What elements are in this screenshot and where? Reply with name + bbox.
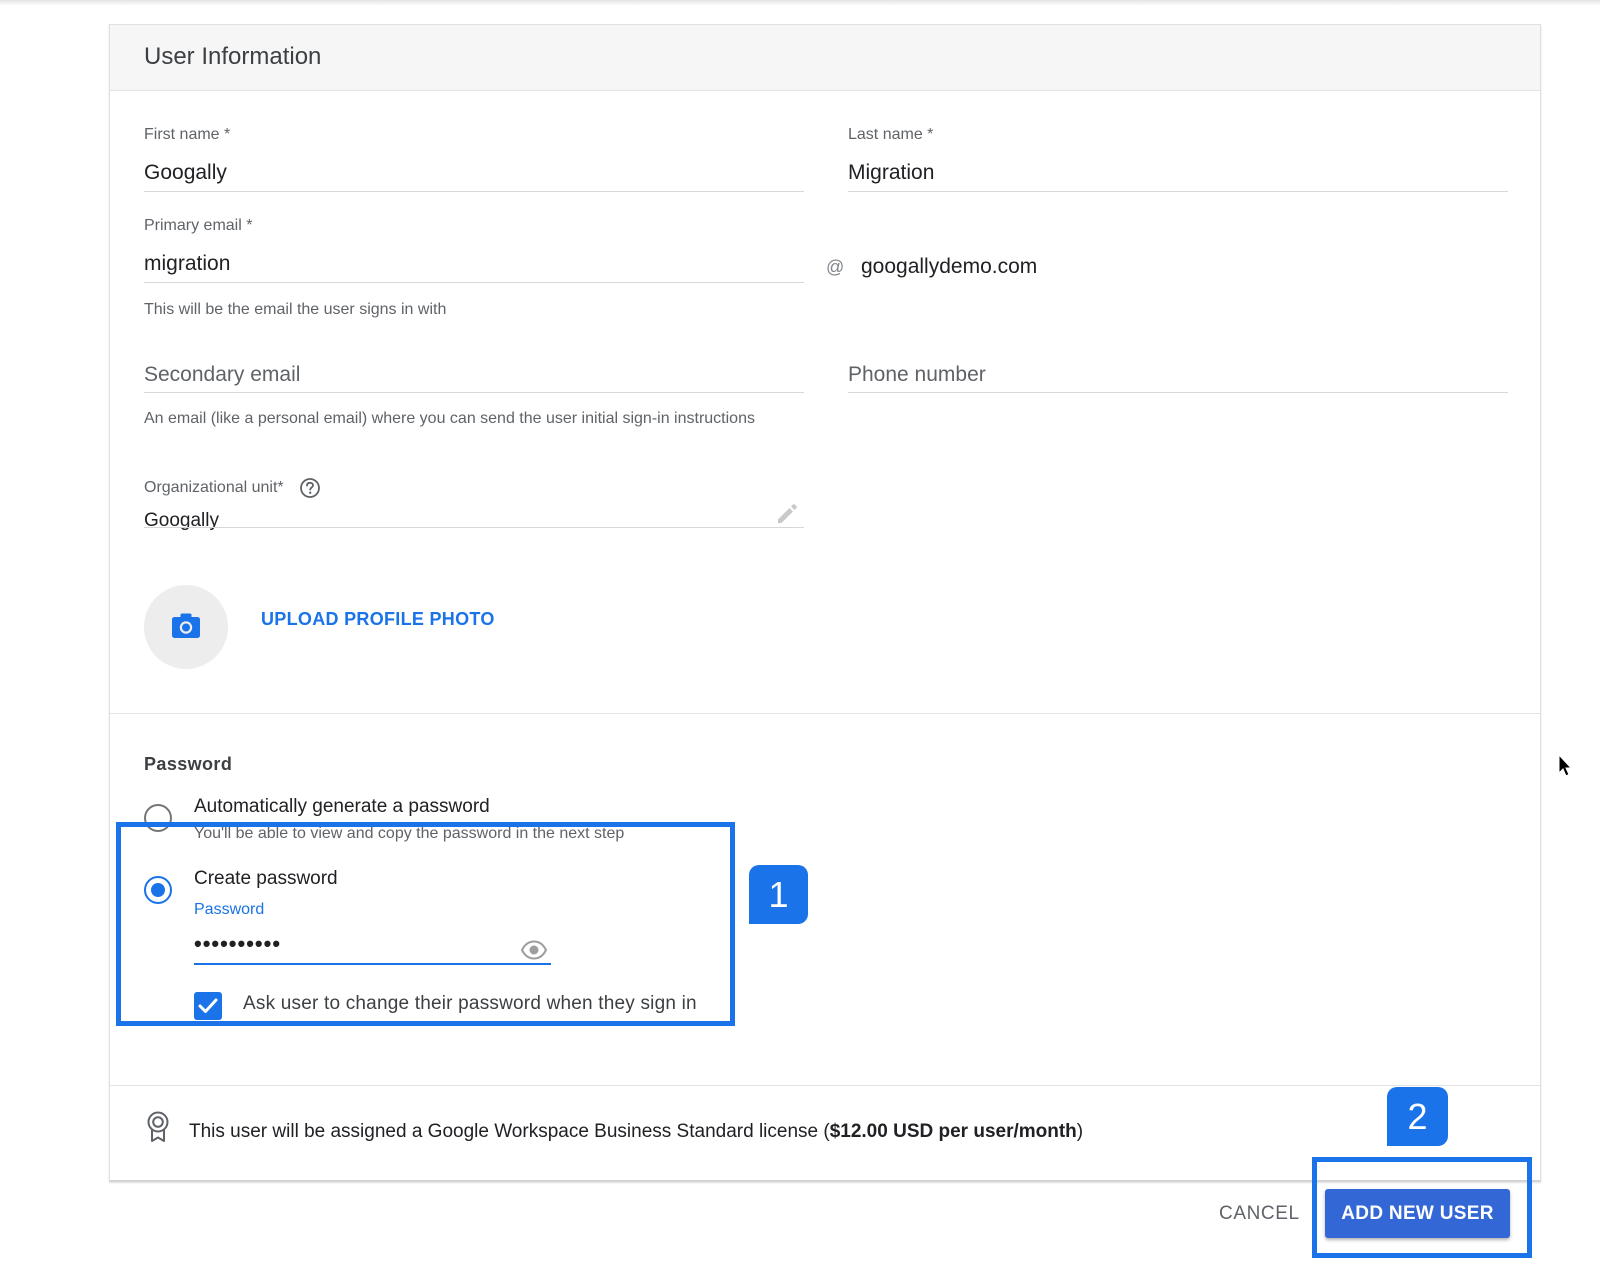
primary-email-label: Primary email * [144, 217, 253, 234]
help-icon[interactable] [299, 477, 321, 499]
step-badge-2: 2 [1387, 1087, 1448, 1146]
top-shadow [0, 0, 1600, 6]
license-text-prefix: This user will be assigned a Google Work… [189, 1121, 830, 1142]
last-name-label: Last name * [848, 126, 934, 143]
at-sign: @ [826, 257, 845, 277]
license-text-suffix: ) [1076, 1121, 1084, 1142]
license-badge-icon [147, 1111, 169, 1142]
org-unit-value: Googally [144, 510, 219, 531]
add-new-user-button[interactable]: ADD NEW USER [1325, 1189, 1510, 1238]
step-badge-1: 1 [749, 865, 808, 924]
card-header: User Information [110, 25, 1540, 91]
email-domain: googallydemo.com [861, 255, 1038, 278]
first-name-input[interactable]: Googally [144, 161, 227, 185]
org-unit-underline [144, 527, 804, 528]
last-name-underline [848, 191, 1508, 192]
first-name-label: First name * [144, 126, 231, 143]
secondary-email-underline [144, 392, 804, 393]
password-section-title: Password [144, 754, 233, 774]
license-price: $12.00 USD per user/month [829, 1121, 1077, 1142]
pencil-icon[interactable] [774, 501, 800, 527]
avatar-placeholder[interactable] [144, 585, 228, 669]
license-divider [110, 1085, 1540, 1086]
first-name-underline [144, 191, 804, 192]
auto-generate-password-label[interactable]: Automatically generate a password [194, 796, 490, 818]
last-name-input[interactable]: Migration [848, 161, 934, 185]
org-unit-label: Organizational unit* [144, 479, 284, 496]
section-title: User Information [144, 43, 322, 70]
primary-email-underline [144, 282, 804, 283]
create-password-highlight [116, 822, 735, 1026]
section-divider [110, 713, 1540, 714]
phone-number-underline [848, 392, 1508, 393]
primary-email-hint: This will be the email the user signs in… [144, 301, 447, 318]
cancel-button[interactable]: CANCEL [1219, 1203, 1300, 1225]
camera-icon [172, 613, 200, 638]
primary-email-input[interactable]: migration [144, 252, 230, 276]
license-text: This user will be assigned a Google Work… [189, 1121, 1083, 1143]
secondary-email-input[interactable]: Secondary email [144, 363, 300, 387]
upload-profile-photo-link[interactable]: UPLOAD PROFILE PHOTO [261, 609, 495, 630]
secondary-email-hint: An email (like a personal email) where y… [144, 410, 755, 427]
phone-number-input[interactable]: Phone number [848, 363, 986, 387]
mouse-cursor-icon [1558, 754, 1572, 777]
